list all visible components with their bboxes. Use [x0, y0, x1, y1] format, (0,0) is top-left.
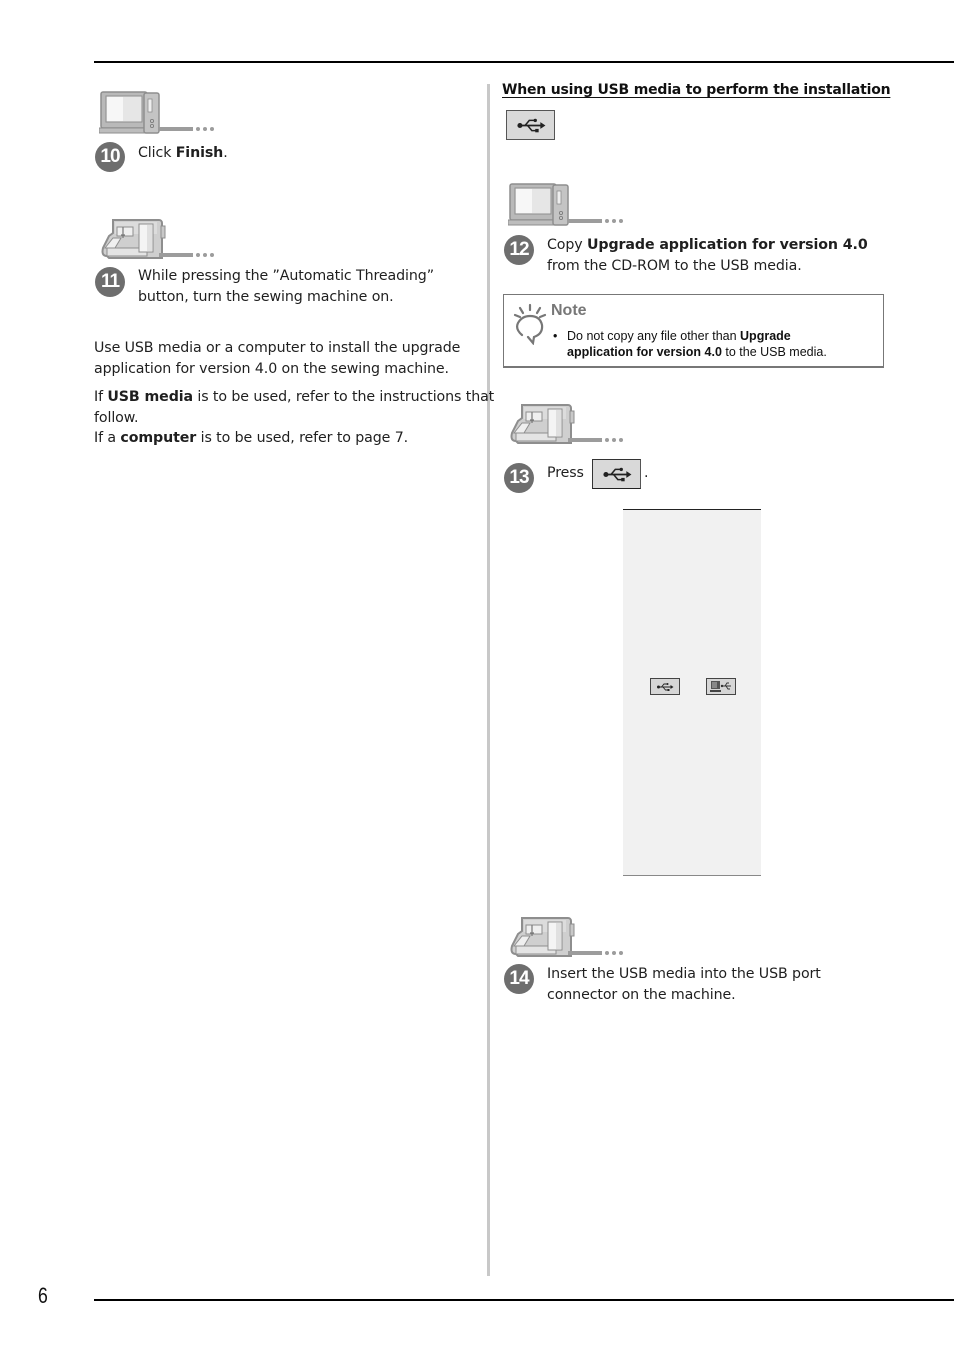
- screen-usb-button[interactable]: [650, 678, 680, 695]
- usb-button[interactable]: [592, 459, 641, 489]
- instructions-paragraph: If USB media is to be used, refer to the…: [94, 389, 495, 446]
- step-13-press-label: Press: [547, 465, 584, 481]
- screen-computer-usb-button[interactable]: [706, 678, 736, 695]
- header-rule: [94, 61, 954, 63]
- sewing-machine-icon: [508, 914, 628, 960]
- step-number-12: 12: [504, 235, 534, 265]
- step-number-13: 13: [504, 463, 534, 493]
- usb-heading-button: [506, 110, 555, 140]
- usb-media-label: USB media: [107, 389, 193, 405]
- bullet: •: [553, 329, 558, 343]
- step-number-11: 11: [95, 267, 125, 297]
- step-11-text: While pressing the ”Automatic Threading”…: [138, 268, 434, 305]
- usb-icon: [514, 117, 548, 134]
- page-number: 6: [38, 1283, 48, 1308]
- column-divider: [487, 84, 490, 1276]
- usb-icon: [600, 466, 634, 483]
- note-title: Note: [551, 302, 587, 319]
- step-number-10: 10: [95, 142, 125, 172]
- usb-icon: [655, 682, 675, 692]
- step-12-text: Copy Upgrade application for version 4.0…: [547, 237, 868, 274]
- footer-rule: [94, 1299, 954, 1301]
- machine-screen: [623, 509, 761, 876]
- step-13-suffix: .: [644, 465, 649, 481]
- note-text: • Do not copy any file other than Upgrad…: [553, 329, 827, 359]
- upgrade-app-label: Upgrade application for version 4.0: [587, 237, 868, 253]
- finish-label: Finish: [175, 145, 224, 161]
- lightbulb-icon: [513, 303, 547, 345]
- sewing-machine-icon: [99, 216, 219, 262]
- step-10-text: Click Finish.: [138, 145, 228, 161]
- note-box: Note • Do not copy any file other than U…: [503, 294, 884, 368]
- step-number-14: 14: [504, 964, 534, 994]
- sewing-machine-icon: [508, 401, 628, 447]
- step-14-text: Insert the USB media into the USB port c…: [547, 966, 821, 1003]
- computer-icon: [99, 90, 219, 136]
- computer-usb-icon: [710, 681, 731, 692]
- section-heading: When using USB media to perform the inst…: [502, 82, 891, 98]
- intro-paragraph: Use USB media or a computer to install t…: [94, 340, 461, 377]
- computer-label: computer: [120, 430, 197, 446]
- computer-icon: [508, 182, 628, 228]
